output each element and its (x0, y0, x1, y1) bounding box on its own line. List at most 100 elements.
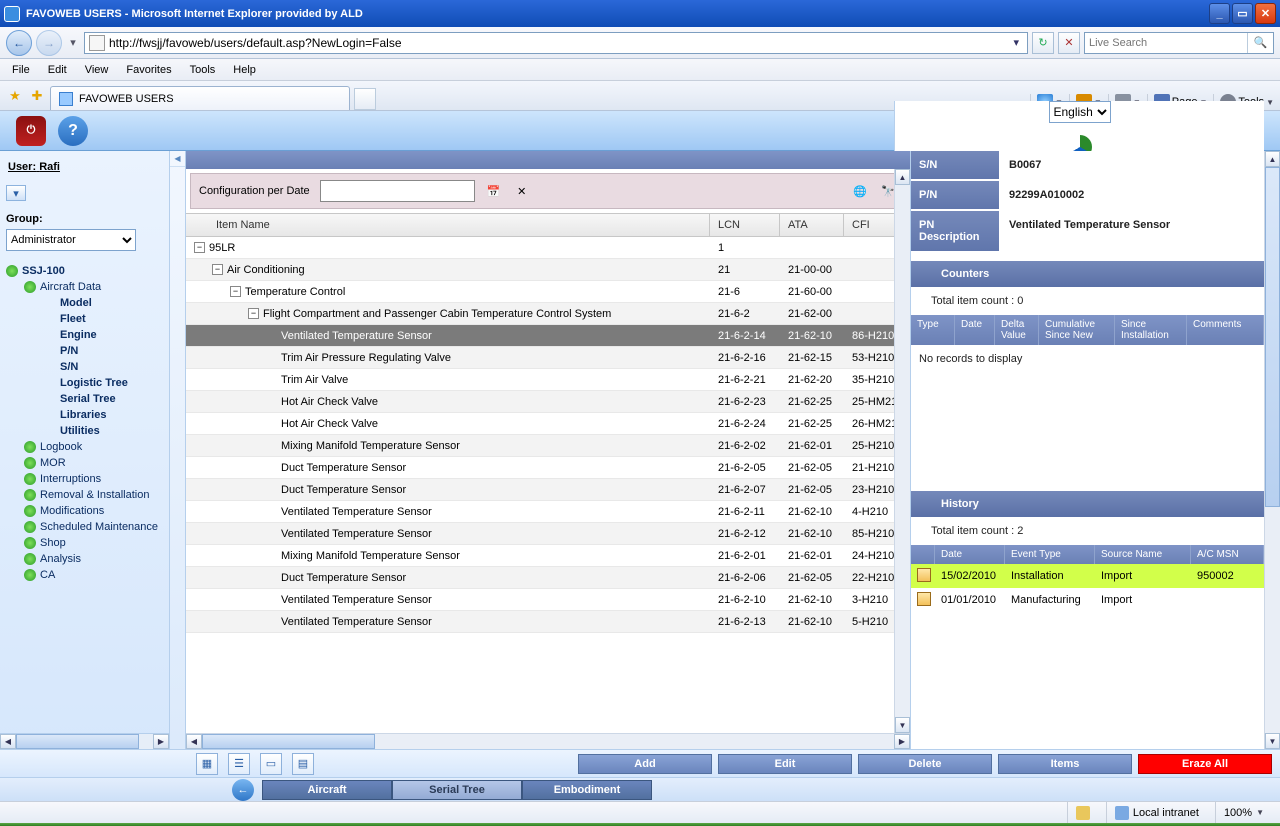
address-bar[interactable]: ▾ (84, 32, 1028, 54)
scroll-down-icon[interactable]: ▼ (1265, 733, 1280, 749)
table-row[interactable]: Mixing Manifold Temperature Sensor21-6-2… (186, 435, 910, 457)
sidebar-item-model[interactable]: Model (42, 295, 163, 311)
sidebar-item-s-n[interactable]: S/N (42, 359, 163, 375)
back-circle-button[interactable]: ← (232, 779, 254, 801)
col-ata[interactable]: ATA (780, 214, 844, 236)
counters-col-delta[interactable]: Delta Value (995, 315, 1039, 345)
menu-edit[interactable]: Edit (40, 62, 75, 78)
table-row[interactable]: Hot Air Check Valve21-6-2-2421-62-2526-H… (186, 413, 910, 435)
edit-button[interactable]: Edit (718, 754, 852, 774)
counters-col-type[interactable]: Type (911, 315, 955, 345)
page-tab[interactable]: FAVOWEB USERS (50, 86, 350, 110)
counters-col-since[interactable]: Since Installation (1115, 315, 1187, 345)
history-row[interactable]: 15/02/2010InstallationImport950002 (911, 564, 1264, 588)
sidebar-item-mor[interactable]: MOR (24, 455, 163, 471)
col-lcn[interactable]: LCN (710, 214, 780, 236)
table-row[interactable]: Hot Air Check Valve21-6-2-2321-62-2525-H… (186, 391, 910, 413)
forward-button[interactable]: → (36, 30, 62, 56)
sidebar-item-shop[interactable]: Shop (24, 535, 163, 551)
counters-col-date[interactable]: Date (955, 315, 995, 345)
scroll-left-icon[interactable]: ◀ (0, 734, 16, 749)
language-select[interactable]: English (1049, 101, 1111, 123)
scroll-thumb[interactable] (1265, 167, 1280, 507)
counters-col-comments[interactable]: Comments (1187, 315, 1264, 345)
expander-icon[interactable]: − (194, 242, 205, 253)
panel-collapser[interactable]: ◀ (170, 151, 186, 749)
view-mode-2[interactable]: ☰ (228, 753, 250, 775)
items-button[interactable]: Items (998, 754, 1132, 774)
history-col-msn[interactable]: A/C MSN (1191, 545, 1264, 564)
center-hscroll[interactable]: ◀ ▶ (186, 733, 910, 749)
table-row[interactable]: Ventilated Temperature Sensor21-6-2-1121… (186, 501, 910, 523)
table-row[interactable]: Ventilated Temperature Sensor21-6-2-1421… (186, 325, 910, 347)
sidebar-hscroll[interactable]: ◀ ▶ (0, 733, 169, 749)
tab-embodiment[interactable]: Embodiment (522, 780, 652, 800)
search-box[interactable]: 🔍 (1084, 32, 1274, 54)
sidebar-item-utilities[interactable]: Utilities (42, 423, 163, 439)
history-dropdown[interactable]: ▾ (66, 30, 80, 56)
center-vscroll[interactable]: ▲ ▼ (894, 169, 910, 733)
view-mode-1[interactable]: ▦ (196, 753, 218, 775)
table-row[interactable]: Trim Air Valve21-6-2-2121-62-2035-H210 (186, 369, 910, 391)
scroll-thumb[interactable] (202, 734, 375, 749)
sidebar-collapse-toggle[interactable]: ▾ (6, 185, 26, 201)
table-row[interactable]: Ventilated Temperature Sensor21-6-2-1221… (186, 523, 910, 545)
sidebar-item-libraries[interactable]: Libraries (42, 407, 163, 423)
eraze-all-button[interactable]: Eraze All (1138, 754, 1272, 774)
menu-favorites[interactable]: Favorites (118, 62, 179, 78)
sidebar-item-ca[interactable]: CA (24, 567, 163, 583)
maximize-button[interactable]: ▭ (1232, 3, 1253, 24)
sidebar-item-logbook[interactable]: Logbook (24, 439, 163, 455)
delete-button[interactable]: Delete (858, 754, 992, 774)
scroll-right-icon[interactable]: ▶ (894, 734, 910, 749)
collapser-arrow-icon[interactable]: ◀ (170, 151, 185, 167)
right-vscroll[interactable]: ▲ ▼ (1264, 151, 1280, 749)
tree-root[interactable]: SSJ-100 (6, 263, 163, 279)
globe-icon[interactable]: 🌐 (851, 182, 869, 200)
tree-aircraft-data[interactable]: Aircraft Data (24, 279, 163, 295)
table-row[interactable]: Mixing Manifold Temperature Sensor21-6-2… (186, 545, 910, 567)
new-tab-button[interactable] (354, 88, 376, 110)
table-row[interactable]: Duct Temperature Sensor21-6-2-0521-62-05… (186, 457, 910, 479)
favorites-star-icon[interactable]: ★ (6, 87, 24, 105)
table-row[interactable]: −Air Conditioning2121-00-00 (186, 259, 910, 281)
url-dropdown[interactable]: ▾ (1009, 36, 1023, 49)
view-mode-3[interactable]: ▭ (260, 753, 282, 775)
history-row[interactable]: 01/01/2010ManufacturingImport (911, 588, 1264, 612)
search-input[interactable] (1085, 37, 1247, 49)
edit-row-icon[interactable] (917, 568, 931, 582)
table-row[interactable]: Duct Temperature Sensor21-6-2-0721-62-05… (186, 479, 910, 501)
col-item[interactable]: Item Name (186, 214, 710, 236)
edit-row-icon[interactable] (917, 592, 931, 606)
sidebar-item-engine[interactable]: Engine (42, 327, 163, 343)
table-row[interactable]: Trim Air Pressure Regulating Valve21-6-2… (186, 347, 910, 369)
refresh-button[interactable]: ↻ (1032, 32, 1054, 54)
search-go-button[interactable]: 🔍 (1247, 33, 1273, 53)
table-row[interactable]: Duct Temperature Sensor21-6-2-0621-62-05… (186, 567, 910, 589)
menu-tools[interactable]: Tools (182, 62, 224, 78)
scroll-up-icon[interactable]: ▲ (1265, 151, 1280, 167)
stop-button[interactable]: ✕ (1058, 32, 1080, 54)
sidebar-item-serial-tree[interactable]: Serial Tree (42, 391, 163, 407)
sidebar-item-fleet[interactable]: Fleet (42, 311, 163, 327)
minimize-button[interactable]: _ (1209, 3, 1230, 24)
sidebar-item-p-n[interactable]: P/N (42, 343, 163, 359)
sidebar-item-removal-installation[interactable]: Removal & Installation (24, 487, 163, 503)
view-mode-4[interactable]: ▤ (292, 753, 314, 775)
calendar-icon[interactable]: 📅 (485, 182, 503, 200)
table-row[interactable]: −Temperature Control21-621-60-00 (186, 281, 910, 303)
counters-col-cum[interactable]: Cumulative Since New (1039, 315, 1115, 345)
group-select[interactable]: Administrator (6, 229, 136, 251)
add-favorite-icon[interactable]: ✚ (28, 87, 46, 105)
sidebar-item-modifications[interactable]: Modifications (24, 503, 163, 519)
scroll-left-icon[interactable]: ◀ (186, 734, 202, 749)
zoom-control[interactable]: 100% ▼ (1215, 802, 1272, 823)
expander-icon[interactable]: − (248, 308, 259, 319)
tab-serial-tree[interactable]: Serial Tree (392, 780, 522, 800)
table-row[interactable]: Ventilated Temperature Sensor21-6-2-1021… (186, 589, 910, 611)
close-button[interactable]: ✕ (1255, 3, 1276, 24)
menu-view[interactable]: View (77, 62, 117, 78)
tools-dropdown[interactable]: ▼ (1266, 98, 1274, 107)
expander-icon[interactable]: − (230, 286, 241, 297)
config-date-input[interactable] (320, 180, 475, 202)
